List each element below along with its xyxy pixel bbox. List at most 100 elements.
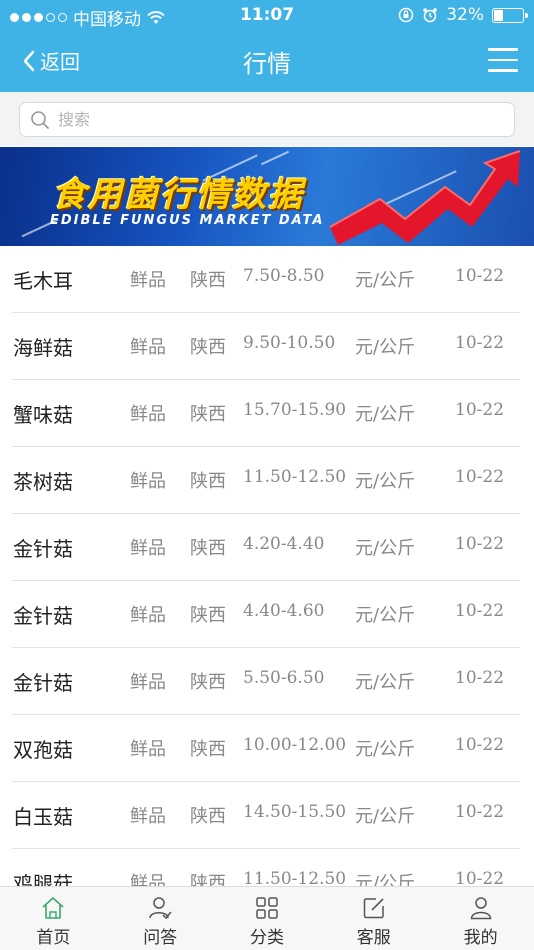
price-list: 毛木耳 鲜品 陕西 7.50-8.50 元/公斤 10-22 海鲜菇 鲜品 陕西 9.50-10.… — [0, 246, 534, 886]
price-unit: 元/公斤 — [355, 739, 416, 760]
alarm-icon — [423, 8, 438, 23]
tab-qa[interactable]: 问答 — [107, 887, 214, 950]
product-type: 鲜品 — [130, 806, 166, 827]
search-icon — [31, 110, 49, 129]
search-box[interactable] — [19, 102, 515, 137]
battery-percent: 32% — [446, 5, 484, 25]
origin: 陕西 — [190, 471, 226, 492]
fungus-name: 金针菇 — [13, 604, 73, 628]
price-unit: 元/公斤 — [355, 873, 416, 886]
edit-icon — [363, 898, 384, 919]
tab-qa-label: 问答 — [143, 928, 178, 948]
price-range: 15.70-15.90 — [243, 400, 347, 420]
tab-mine[interactable]: 我的 — [427, 887, 534, 950]
tab-mine-label: 我的 — [463, 928, 498, 948]
fungus-name: 双孢菇 — [13, 738, 73, 762]
fungus-name: 金针菇 — [13, 671, 73, 695]
price-range: 14.50-15.50 — [243, 802, 347, 822]
user-check-icon — [149, 897, 172, 920]
rotation-lock-icon — [398, 7, 414, 23]
quote-date: 10-22 — [455, 802, 505, 822]
quote-date: 10-22 — [455, 534, 505, 554]
price-unit: 元/公斤 — [355, 605, 416, 626]
price-unit: 元/公斤 — [355, 270, 416, 291]
price-range: 5.50-6.50 — [243, 668, 325, 688]
tab-category-label: 分类 — [249, 928, 284, 948]
tab-service-label: 客服 — [356, 928, 391, 948]
origin: 陕西 — [190, 739, 226, 760]
market-banner[interactable]: 食用菌行情数据 EDIBLE FUNGUS MARKET DATA — [0, 147, 534, 246]
price-unit: 元/公斤 — [355, 404, 416, 425]
origin: 陕西 — [190, 404, 226, 425]
quote-date: 10-22 — [455, 333, 505, 353]
quote-date: 10-22 — [455, 668, 505, 688]
fungus-name: 茶树菇 — [13, 470, 73, 494]
tab-home[interactable]: 首页 — [0, 887, 107, 950]
origin: 陕西 — [190, 806, 226, 827]
product-type: 鲜品 — [130, 739, 166, 760]
menu-icon[interactable] — [488, 48, 518, 72]
quote-date: 10-22 — [455, 467, 505, 487]
quote-date: 10-22 — [455, 869, 505, 886]
status-right: 32% — [398, 5, 528, 25]
price-unit: 元/公斤 — [355, 337, 416, 358]
price-unit: 元/公斤 — [355, 538, 416, 559]
product-type: 鲜品 — [130, 672, 166, 693]
origin: 陕西 — [190, 605, 226, 626]
price-row[interactable]: 双孢菇 鲜品 陕西 10.00-12.00 元/公斤 10-22 — [12, 715, 520, 782]
price-unit: 元/公斤 — [355, 806, 416, 827]
quote-date: 10-22 — [455, 601, 505, 621]
tab-category[interactable]: 分类 — [214, 887, 321, 950]
product-type: 鲜品 — [130, 538, 166, 559]
price-row[interactable]: 蟹味菇 鲜品 陕西 15.70-15.90 元/公斤 10-22 — [12, 380, 520, 447]
nav-bar: 返回 行情 — [0, 30, 534, 92]
product-type: 鲜品 — [130, 270, 166, 291]
rising-arrow-icon — [329, 150, 521, 245]
battery-icon — [492, 7, 528, 23]
price-row[interactable]: 海鲜菇 鲜品 陕西 9.50-10.50 元/公斤 10-22 — [12, 313, 520, 380]
price-range: 9.50-10.50 — [243, 333, 336, 353]
tab-home-label: 首页 — [36, 928, 71, 948]
price-row[interactable]: 毛木耳 鲜品 陕西 7.50-8.50 元/公斤 10-22 — [12, 246, 520, 313]
origin: 陕西 — [190, 538, 226, 559]
price-row[interactable]: 白玉菇 鲜品 陕西 14.50-15.50 元/公斤 10-22 — [12, 782, 520, 849]
banner-subtitle: EDIBLE FUNGUS MARKET DATA — [50, 213, 325, 228]
origin: 陕西 — [190, 337, 226, 358]
price-unit: 元/公斤 — [355, 471, 416, 492]
product-type: 鲜品 — [130, 605, 166, 626]
fungus-name: 金针菇 — [13, 537, 73, 561]
price-row[interactable]: 鸡腿菇 鲜品 陕西 11.50-12.50 元/公斤 10-22 — [12, 849, 520, 886]
product-type: 鲜品 — [130, 471, 166, 492]
price-row[interactable]: 金针菇 鲜品 陕西 5.50-6.50 元/公斤 10-22 — [12, 648, 520, 715]
search-input[interactable] — [58, 110, 478, 129]
quote-date: 10-22 — [455, 266, 505, 286]
price-row[interactable]: 金针菇 鲜品 陕西 4.20-4.40 元/公斤 10-22 — [12, 514, 520, 581]
fungus-name: 鸡腿菇 — [13, 872, 73, 886]
origin: 陕西 — [190, 672, 226, 693]
product-type: 鲜品 — [130, 873, 166, 886]
product-type: 鲜品 — [130, 404, 166, 425]
user-icon — [470, 897, 491, 920]
price-range: 7.50-8.50 — [243, 266, 325, 286]
fungus-name: 毛木耳 — [13, 269, 73, 293]
fungus-name: 海鲜菇 — [13, 336, 73, 360]
price-row[interactable]: 茶树菇 鲜品 陕西 11.50-12.50 元/公斤 10-22 — [12, 447, 520, 514]
price-unit: 元/公斤 — [355, 672, 416, 693]
page-title: 行情 — [243, 50, 291, 78]
quote-date: 10-22 — [455, 735, 505, 755]
banner-title: 食用菌行情数据 — [52, 175, 304, 215]
origin: 陕西 — [190, 270, 226, 291]
home-icon — [42, 897, 64, 919]
quote-date: 10-22 — [455, 400, 505, 420]
tab-service[interactable]: 客服 — [320, 887, 427, 950]
fungus-name: 蟹味菇 — [13, 403, 73, 427]
price-range: 4.20-4.40 — [243, 534, 325, 554]
price-range: 11.50-12.50 — [243, 869, 347, 886]
search-area — [0, 92, 534, 146]
origin: 陕西 — [190, 873, 226, 886]
price-row[interactable]: 金针菇 鲜品 陕西 4.40-4.60 元/公斤 10-22 — [12, 581, 520, 648]
grid-icon — [256, 897, 278, 919]
price-range: 10.00-12.00 — [243, 735, 347, 755]
tab-bar: 首页 问答 分类 客服 我的 — [0, 886, 534, 950]
price-range: 11.50-12.50 — [243, 467, 347, 487]
